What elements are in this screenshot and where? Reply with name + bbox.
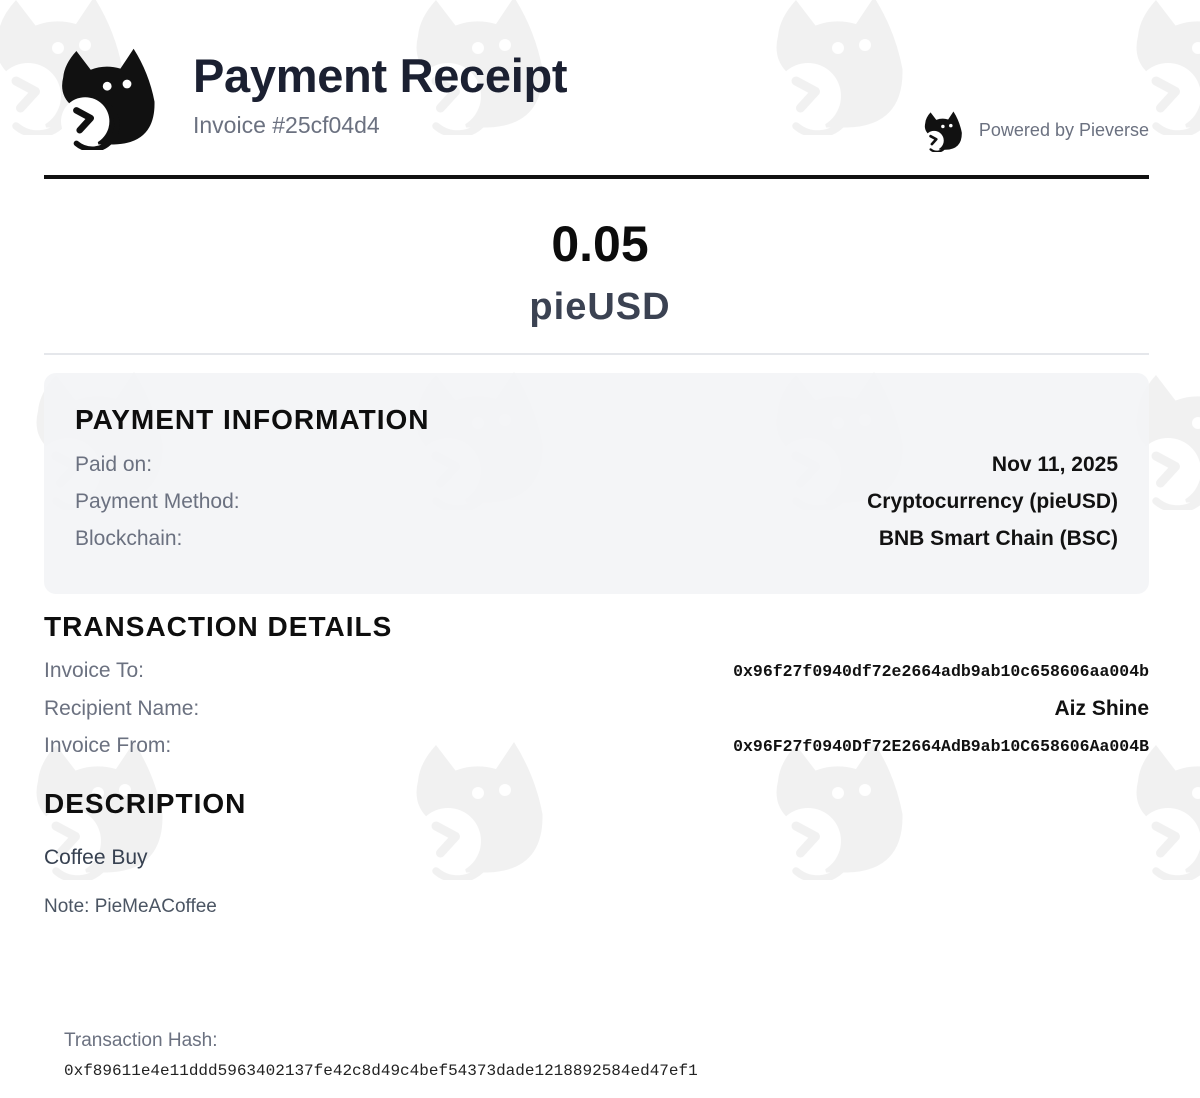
powered-by-text: Powered by Pieverse <box>978 119 1149 140</box>
transaction-details-title: TRANSACTION DETAILS <box>44 611 393 642</box>
pieverse-cat-logo-icon <box>50 40 160 150</box>
row-label: Invoice From: <box>44 734 172 757</box>
pieverse-cat-logo-icon <box>920 108 964 152</box>
amount-divider <box>44 353 1149 355</box>
tx-row-invoice-to: Invoice To: 0x96f27f0940df72e2664adb9ab1… <box>44 656 1149 686</box>
transaction-hash-label: Transaction Hash: <box>64 1030 218 1051</box>
row-label: Blockchain: <box>75 527 183 550</box>
row-label: Paid on: <box>75 453 153 476</box>
row-label: Recipient Name: <box>44 697 200 720</box>
tx-row-recipient-name: Recipient Name: Aiz Shine <box>44 694 1149 724</box>
description-title: DESCRIPTION <box>44 788 247 819</box>
row-label: Invoice To: <box>44 659 145 682</box>
info-row-payment-method: Payment Method: Cryptocurrency (pieUSD) <box>75 488 1118 516</box>
invoice-to-address: 0x96f27f0940df72e2664adb9ab10c658606aa00… <box>733 661 1149 681</box>
recipient-name: Aiz Shine <box>1054 697 1149 720</box>
receipt: Payment Receipt Invoice #25cf04d4 Powere… <box>0 0 1200 1098</box>
row-value: Nov 11, 2025 <box>991 453 1118 476</box>
tx-row-invoice-from: Invoice From: 0x96F27f0940Df72E2664AdB9a… <box>44 731 1149 761</box>
invoice-number: Invoice #25cf04d4 <box>193 112 380 138</box>
amount-value: 0.05 <box>551 216 649 272</box>
info-row-blockchain: Blockchain: BNB Smart Chain (BSC) <box>75 525 1118 553</box>
payment-information-title: PAYMENT INFORMATION <box>75 404 430 435</box>
row-value: BNB Smart Chain (BSC) <box>878 527 1118 550</box>
invoice-from-address: 0x96F27f0940Df72E2664AdB9ab10C658606Aa00… <box>733 736 1149 756</box>
page-title: Payment Receipt <box>193 49 568 102</box>
row-label: Payment Method: <box>75 490 240 513</box>
info-row-paid-on: Paid on: Nov 11, 2025 <box>75 451 1118 479</box>
header-divider <box>44 175 1149 179</box>
row-value: Cryptocurrency (pieUSD) <box>867 490 1118 513</box>
powered-by: Powered by Pieverse <box>920 108 1149 152</box>
description-text: Coffee Buy <box>44 846 148 869</box>
description-note: Note: PieMeACoffee <box>44 896 217 917</box>
amount-currency: pieUSD <box>529 286 671 328</box>
transaction-hash-value: 0xf89611e4e11ddd5963402137fe42c8d49c4bef… <box>64 1062 698 1080</box>
payment-information-card: PAYMENT INFORMATION Paid on: Nov 11, 202… <box>44 373 1149 594</box>
